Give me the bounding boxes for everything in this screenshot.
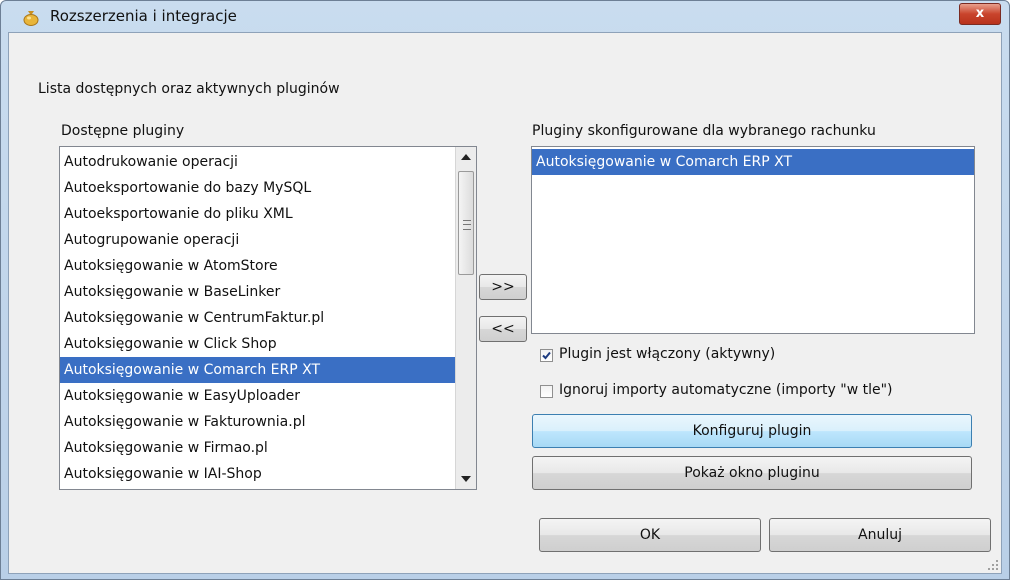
cancel-button[interactable]: Anuluj	[769, 518, 991, 552]
list-item[interactable]: Autogrupowanie operacji	[60, 227, 456, 253]
list-item[interactable]: Autoksięgowanie w IAI-Shop	[60, 461, 456, 487]
close-button[interactable]: x	[959, 3, 1001, 25]
ok-button[interactable]: OK	[539, 518, 761, 552]
plugin-enabled-checkbox[interactable]	[540, 349, 553, 362]
vertical-scrollbar[interactable]	[455, 147, 476, 489]
list-item[interactable]: Autoeksportowanie do pliku XML	[60, 201, 456, 227]
close-icon: x	[975, 6, 985, 21]
ignore-auto-imports-checkbox[interactable]	[540, 385, 553, 398]
ignore-auto-imports-label: Ignoruj importy automatyczne (importy "w…	[559, 382, 893, 398]
list-item[interactable]: Autoksięgowanie w Firmao.pl	[60, 435, 456, 461]
configured-plugins-list[interactable]: Autoksięgowanie w Comarch ERP XT	[531, 146, 975, 334]
list-item[interactable]: Autoksięgowanie w CentrumFaktur.pl	[60, 305, 456, 331]
checkmark-icon	[542, 351, 551, 360]
dialog-client-area: Lista dostępnych oraz aktywnych pluginów…	[8, 32, 1002, 574]
list-item[interactable]: Autoksięgowanie w Comarch ERP XT	[532, 149, 974, 175]
available-plugins-label: Dostępne pluginy	[61, 123, 185, 139]
available-plugins-list[interactable]: Autodrukowanie operacji Autoeksportowanie…	[59, 146, 477, 490]
list-item[interactable]: Autoksięgowanie w EasyUploader	[60, 383, 456, 409]
list-item[interactable]: Autodrukowanie operacji	[60, 149, 456, 175]
list-item[interactable]: Autoksięgowanie w Comarch ERP XT	[60, 357, 456, 383]
scrollbar-thumb[interactable]	[458, 171, 474, 275]
window-title: Rozszerzenia i integracje	[50, 7, 237, 25]
configure-plugin-button[interactable]: Konfiguruj plugin	[532, 414, 972, 448]
list-item[interactable]: Autoeksportowanie do bazy MySQL	[60, 175, 456, 201]
list-item[interactable]: Autoksięgowanie w BaseLinker	[60, 279, 456, 305]
scroll-up-icon[interactable]	[456, 147, 476, 167]
resize-grip-icon[interactable]	[987, 559, 999, 571]
list-item[interactable]: Autoksięgowanie w Fakturownia.pl	[60, 409, 456, 435]
add-plugin-button[interactable]: >>	[479, 274, 527, 300]
plugin-enabled-label: Plugin jest włączony (aktywny)	[559, 346, 776, 362]
remove-plugin-button[interactable]: <<	[479, 316, 527, 342]
title-bar[interactable]: Rozszerzenia i integracje x	[1, 1, 1009, 31]
list-item[interactable]: Autoksięgowanie w AtomStore	[60, 253, 456, 279]
money-bag-icon	[23, 11, 39, 26]
dialog-window: Rozszerzenia i integracje x Lista dostęp…	[0, 0, 1010, 580]
configured-plugins-label: Pluginy skonfigurowane dla wybranego rac…	[532, 123, 876, 139]
grip-icon	[463, 220, 471, 230]
list-item[interactable]: Autoksięgowanie w Click Shop	[60, 331, 456, 357]
show-plugin-window-button[interactable]: Pokaż okno pluginu	[532, 456, 972, 490]
page-heading: Lista dostępnych oraz aktywnych pluginów	[38, 81, 340, 97]
scroll-down-icon[interactable]	[456, 469, 476, 489]
